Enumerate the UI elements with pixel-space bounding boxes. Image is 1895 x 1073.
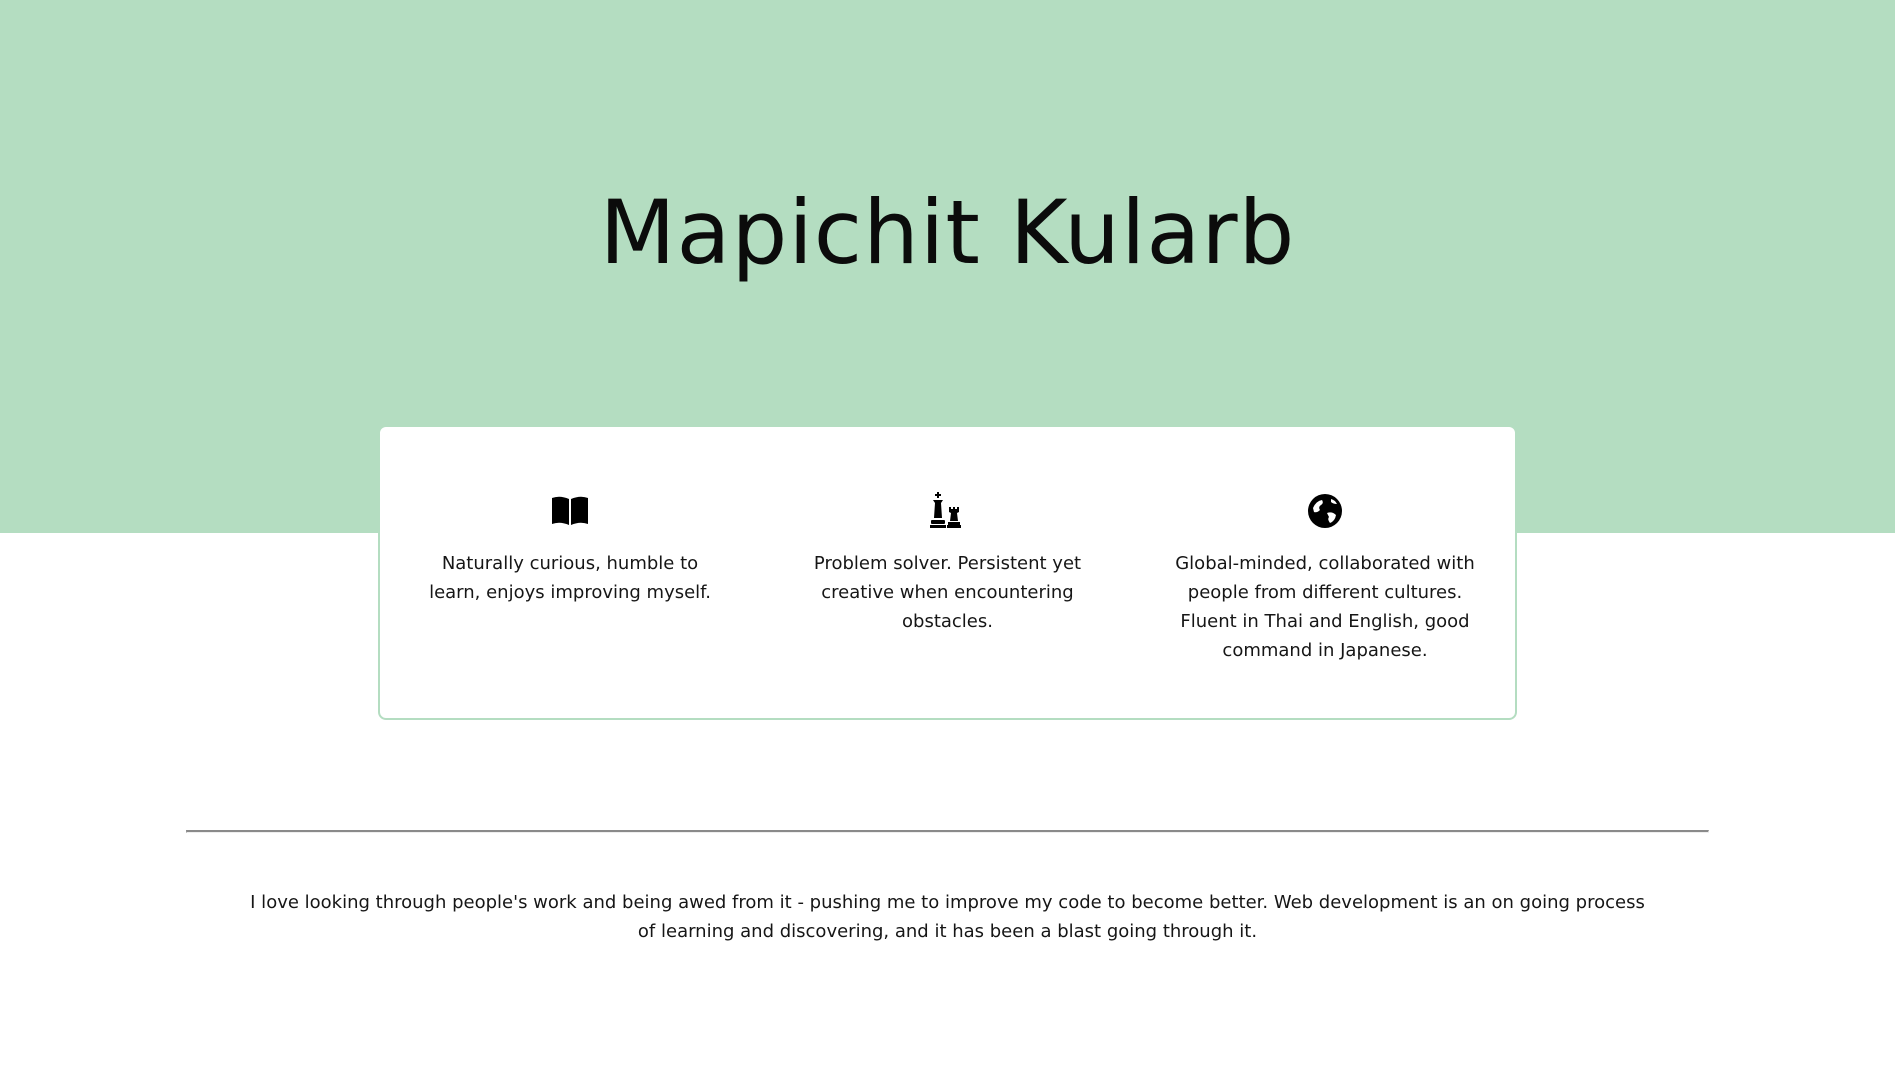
features-card: Naturally curious, humble to learn, enjo…	[378, 425, 1517, 720]
feature-item-problem-solver: Problem solver. Persistent yet creative …	[778, 427, 1118, 718]
about-paragraph: I love looking through people's work and…	[250, 892, 1645, 942]
feature-item-curious: Naturally curious, humble to learn, enjo…	[400, 427, 740, 718]
open-book-icon	[550, 491, 590, 531]
feature-text: Problem solver. Persistent yet creative …	[813, 553, 1082, 632]
page-title: Mapichit Kularb	[599, 181, 1296, 284]
feature-text: Global-minded, collaborated with people …	[1175, 553, 1475, 661]
section-divider	[186, 830, 1709, 833]
chess-pieces-icon	[928, 491, 968, 531]
globe-icon	[1305, 491, 1345, 531]
feature-item-global: Global-minded, collaborated with people …	[1155, 427, 1495, 718]
feature-text: Naturally curious, humble to learn, enjo…	[429, 553, 711, 603]
portfolio-page: Mapichit Kularb Naturally curious, humbl…	[0, 0, 1895, 1073]
